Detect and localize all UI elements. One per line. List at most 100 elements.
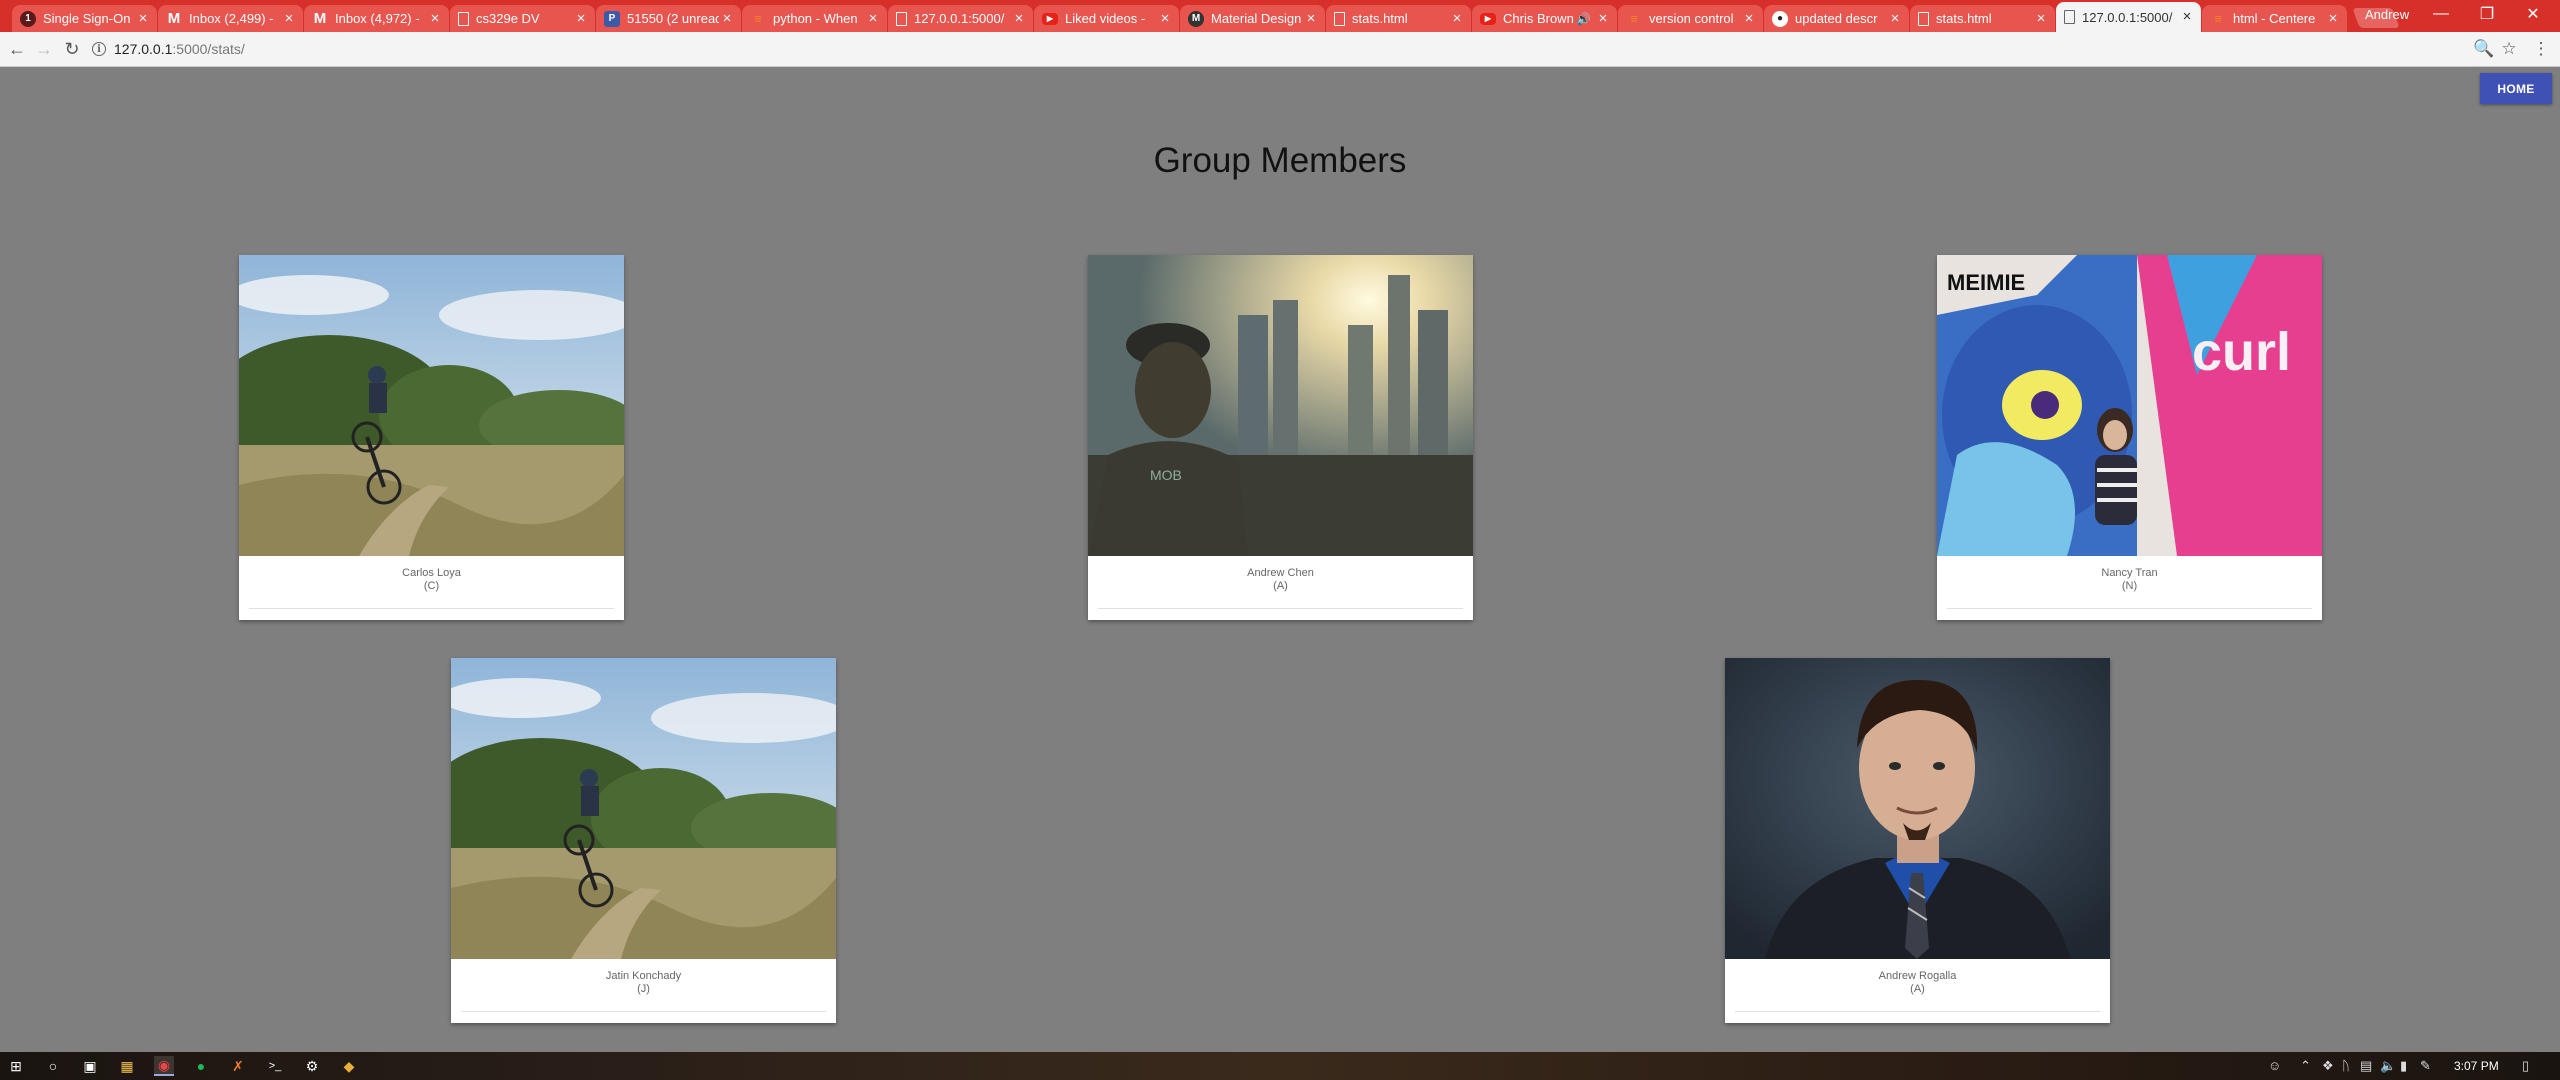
forward-icon[interactable]: → (32, 37, 56, 61)
tab-gmail-inbox-2[interactable]: M Inbox (4,972) - × (304, 5, 449, 32)
member-photo (239, 255, 624, 556)
back-icon[interactable]: ← (5, 37, 29, 61)
menu-kebab-icon[interactable]: ⋮ (2530, 38, 2552, 60)
tab-material-design[interactable]: M Material Design × (1180, 5, 1325, 32)
member-card: MOB Andrew Chen (A) (1088, 255, 1473, 620)
member-caption: Carlos Loya (C) (239, 556, 624, 593)
windows-icon[interactable]: ⊞ (6, 1056, 26, 1076)
steam-icon[interactable]: ⚙ (302, 1056, 322, 1076)
close-tab-icon[interactable]: × (1449, 10, 1465, 27)
people-icon[interactable]: ☺ (2268, 1058, 2281, 1073)
tab-localhost[interactable]: 127.0.0.1:5000/ × (888, 5, 1033, 32)
page-content: HOME Group Members Carlos Loya (C) MOB A… (0, 68, 2560, 1052)
clock[interactable]: 3:07 PM (2454, 1059, 2499, 1073)
youtube-icon: ▶ (1480, 12, 1496, 25)
minimize-icon[interactable]: — (2418, 0, 2464, 28)
battery-icon[interactable]: ▮ (2400, 1058, 2407, 1074)
card-divider (1735, 1011, 2100, 1012)
close-tab-icon[interactable]: × (427, 10, 443, 27)
member-initial: (A) (1273, 580, 1288, 592)
member-initial: (N) (2121, 580, 2138, 592)
task-view-icon[interactable]: ▣ (80, 1056, 100, 1076)
close-tab-icon[interactable]: × (2033, 10, 2049, 27)
tab-gmail-inbox-1[interactable]: M Inbox (2,499) - × (158, 5, 303, 32)
chrome-icon[interactable]: ◉ (154, 1056, 174, 1076)
tab-youtube-liked[interactable]: ▶ Liked videos - × (1034, 5, 1179, 32)
close-tab-icon[interactable]: × (1011, 10, 1027, 27)
tab-title: updated descr (1795, 11, 1878, 26)
close-tab-icon[interactable]: × (281, 10, 297, 27)
tab-title: stats.html (1936, 11, 1992, 26)
profile-name[interactable]: Andrew (2365, 7, 2409, 22)
restore-icon[interactable]: ❐ (2464, 0, 2510, 28)
stackoverflow-icon: ≡ (1630, 11, 1638, 26)
tab-stackoverflow-python[interactable]: ≡ python - When × (742, 5, 887, 32)
close-tab-icon[interactable]: × (2179, 9, 2195, 25)
zoom-icon[interactable]: 🔍 (2473, 38, 2495, 60)
tab-title: cs329e DV (476, 11, 540, 26)
tab-localhost-active[interactable]: 127.0.0.1:5000/ × (2056, 2, 2201, 32)
tab-html-centered[interactable]: ≡ html - Centere × (2202, 5, 2347, 32)
card-divider (461, 1011, 826, 1012)
close-tab-icon[interactable]: × (135, 10, 151, 27)
bluetooth-icon[interactable]: ᚢ (2342, 1058, 2350, 1073)
tab-title: Inbox (2,499) - (189, 11, 274, 26)
tab-pushbullet[interactable]: P 51550 (2 unread × (596, 5, 741, 32)
cortana-icon[interactable]: ○ (43, 1056, 63, 1076)
reload-icon[interactable]: ↻ (60, 37, 84, 61)
member-photo (451, 658, 836, 959)
member-initial: (C) (423, 580, 440, 592)
volume-icon[interactable]: 🔈 (2380, 1058, 2396, 1074)
network-icon[interactable]: ▤ (2360, 1058, 2372, 1074)
url-host: 127.0.0.1 (114, 41, 173, 57)
member-name: Jatin Konchady (605, 970, 682, 982)
visual-studio-icon[interactable]: ✗ (228, 1056, 248, 1076)
tab-github[interactable]: ● updated descr × (1764, 5, 1909, 32)
document-icon (458, 11, 469, 26)
audio-playing-icon[interactable]: 🔊 (1576, 12, 1591, 26)
close-tab-icon[interactable]: × (1595, 10, 1611, 27)
tab-title: 127.0.0.1:5000/ (914, 11, 1005, 26)
card-divider (249, 608, 614, 609)
action-center-icon[interactable]: ▯ (2522, 1058, 2529, 1074)
close-tab-icon[interactable]: × (1741, 10, 1757, 27)
document-icon (896, 11, 907, 26)
bookmark-star-icon[interactable]: ☆ (2498, 38, 2520, 60)
member-card: Andrew Rogalla (A) (1725, 658, 2110, 1023)
tab-cs329e[interactable]: cs329e DV × (450, 5, 595, 32)
document-icon (2064, 10, 2075, 24)
git-icon[interactable]: ◆ (339, 1056, 359, 1076)
tab-title: Liked videos - (1065, 11, 1146, 26)
home-button[interactable]: HOME (2480, 73, 2552, 104)
tab-single-sign-on[interactable]: 1 Single Sign-On × (12, 5, 157, 32)
terminal-icon[interactable]: >_ (265, 1056, 285, 1076)
member-photo (1725, 658, 2110, 959)
card-divider (1098, 608, 1463, 609)
site-info-icon[interactable]: i (92, 42, 106, 56)
tab-version-control[interactable]: ≡ version control × (1618, 5, 1763, 32)
browser-tab-strip: 1 Single Sign-On × M Inbox (2,499) - × M Inb… (0, 0, 2560, 32)
close-tab-icon[interactable]: × (1303, 10, 1319, 27)
tab-youtube-chris-brown[interactable]: ▶ Chris Brown 🔊 × (1472, 5, 1617, 32)
github-icon: ● (1772, 10, 1788, 27)
url-path: :5000/stats/ (172, 41, 245, 57)
close-tab-icon[interactable]: × (865, 10, 881, 27)
pen-icon[interactable]: ✎ (2420, 1058, 2431, 1074)
tab-title: python - When (773, 11, 858, 26)
close-tab-icon[interactable]: × (1157, 10, 1173, 27)
tab-stats-html-1[interactable]: stats.html × (1326, 5, 1471, 32)
close-tab-icon[interactable]: × (719, 10, 735, 27)
show-hidden-icons-icon[interactable]: ⌃ (2300, 1058, 2311, 1074)
spotify-icon[interactable]: ● (191, 1056, 211, 1076)
browser-toolbar: ← → ↻ i 127.0.0.1:5000/stats/ 🔍 ☆ ⋮ (0, 32, 2560, 67)
close-window-icon[interactable]: ✕ (2510, 0, 2556, 28)
close-tab-icon[interactable]: × (573, 10, 589, 27)
file-explorer-icon[interactable]: ▦ (117, 1056, 137, 1076)
address-bar[interactable]: i 127.0.0.1:5000/stats/ (92, 37, 2492, 61)
close-tab-icon[interactable]: × (1887, 10, 1903, 27)
close-tab-icon[interactable]: × (2325, 10, 2341, 27)
windows-taskbar: ⊞ ○ ▣ ▦ ◉ ● ✗ >_ ⚙ ◆ ☺ ⌃ ❖ ᚢ ▤ 🔈 ▮ ✎ 3:0… (0, 1052, 2560, 1080)
tab-stats-html-2[interactable]: stats.html × (1910, 5, 2055, 32)
dropbox-icon[interactable]: ❖ (2322, 1058, 2334, 1074)
tab-title: 51550 (2 unread (627, 11, 719, 26)
